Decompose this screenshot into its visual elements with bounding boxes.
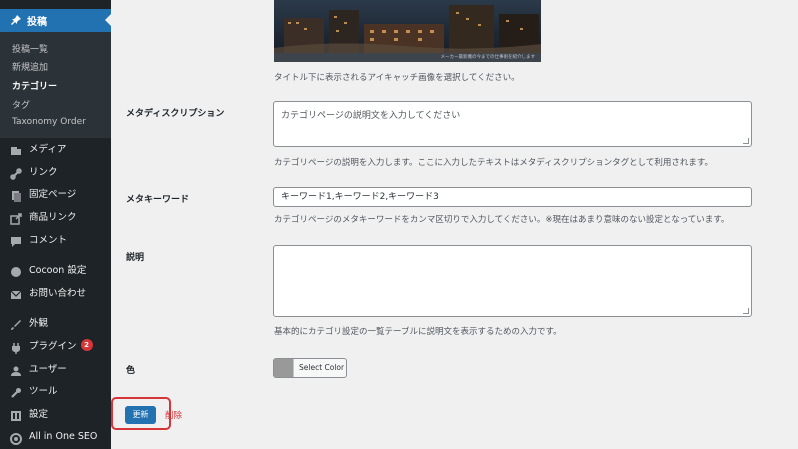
meta-description-placeholder: カテゴリページの説明文を入力してください — [281, 111, 461, 121]
description-help: 基本的にカテゴリ設定の一覧テーブルに説明文を表示するための入力です。 — [274, 327, 562, 337]
meta-keywords-placeholder: キーワード1,キーワード2,キーワード3 — [281, 192, 439, 202]
meta-description-textarea[interactable]: カテゴリページの説明文を入力してください — [273, 101, 752, 147]
submenu-all-posts[interactable]: 投稿一覧 — [12, 42, 48, 55]
submenu-taxonomy-order[interactable]: Taxonomy Order — [12, 117, 86, 127]
delete-link[interactable]: 削除 — [165, 409, 182, 421]
sidebar-item-posts[interactable]: 投稿 — [0, 9, 111, 32]
sidebar-item-product-links[interactable]: 商品リンク — [10, 208, 77, 225]
cocoon-icon — [10, 263, 22, 277]
color-swatch — [274, 359, 294, 377]
sidebar-item-settings[interactable]: 設定 — [10, 405, 48, 421]
admin-sidebar: 投稿 投稿一覧 新規追加 カテゴリー タグ Taxonomy Order メディ… — [0, 0, 111, 449]
color-label: 色 — [126, 366, 136, 376]
meta-keywords-input[interactable]: キーワード1,キーワード2,キーワード3 — [273, 187, 752, 207]
sidebar-item-media[interactable]: メディア — [10, 140, 66, 156]
eyecatch-caption: メーカー最新機の今までの仕事術を紹介します — [274, 53, 541, 62]
select-color-label: Select Color — [299, 363, 345, 372]
aioseo-icon — [10, 430, 22, 445]
plugin-update-badge: 2 — [80, 339, 93, 351]
brush-icon — [10, 316, 22, 330]
meta-description-help: カテゴリページの説明を入力します。ここに入力したテキストはメタディスクリプション… — [274, 158, 714, 168]
comment-icon — [10, 233, 22, 247]
pages-icon — [10, 187, 22, 202]
select-color-button[interactable]: Select Color — [273, 358, 347, 378]
meta-keywords-help: カテゴリページのメタキーワードをカンマ区切りで入力してください。※現在はあまり意… — [274, 215, 730, 225]
user-icon — [10, 362, 22, 376]
submenu-categories[interactable]: カテゴリー — [12, 79, 57, 92]
sidebar-item-comments[interactable]: コメント — [10, 231, 67, 247]
update-button[interactable]: 更新 — [125, 406, 156, 424]
link-icon — [10, 165, 22, 180]
posts-submenu: 投稿一覧 新規追加 カテゴリー タグ Taxonomy Order — [0, 32, 111, 138]
plugin-icon — [10, 339, 22, 354]
resize-handle-icon[interactable] — [743, 138, 749, 144]
sidebar-item-pages[interactable]: 固定ページ — [10, 185, 76, 202]
sidebar-item-label: 投稿 — [27, 17, 47, 28]
sidebar-item-tools[interactable]: ツール — [10, 382, 58, 398]
main-content: メーカー最新機の今までの仕事術を紹介します タイトル下に表示されるアイキャッチ画… — [111, 0, 798, 449]
eyecatch-image[interactable]: メーカー最新機の今までの仕事術を紹介します — [274, 0, 541, 62]
submenu-tags[interactable]: タグ — [12, 98, 30, 111]
sidebar-item-contact[interactable]: お問い合わせ — [10, 284, 86, 300]
sidebar-item-links[interactable]: リンク — [10, 163, 58, 180]
sidebar-item-cocoon-settings[interactable]: Cocoon 設定 — [10, 261, 86, 277]
meta-keywords-label: メタキーワード — [126, 195, 190, 205]
mail-icon — [10, 286, 22, 299]
external-link-icon — [10, 210, 22, 225]
resize-handle-icon[interactable] — [743, 308, 749, 314]
sidebar-item-aioseo[interactable]: All in One SEO — [10, 428, 97, 445]
media-icon — [10, 142, 22, 155]
sidebar-item-appearance[interactable]: 外観 — [10, 314, 48, 330]
description-textarea[interactable] — [273, 245, 752, 317]
settings-icon — [10, 407, 22, 421]
sidebar-item-plugins[interactable]: プラグイン 2 — [10, 337, 93, 354]
pin-icon — [10, 11, 22, 30]
eyecatch-description: タイトル下に表示されるアイキャッチ画像を選択してください。 — [274, 73, 520, 83]
wrench-icon — [10, 384, 22, 398]
description-label: 説明 — [126, 253, 145, 263]
meta-description-label: メタディスクリプション — [126, 109, 225, 119]
submenu-add-new[interactable]: 新規追加 — [12, 60, 48, 73]
sidebar-item-users[interactable]: ユーザー — [10, 360, 67, 376]
